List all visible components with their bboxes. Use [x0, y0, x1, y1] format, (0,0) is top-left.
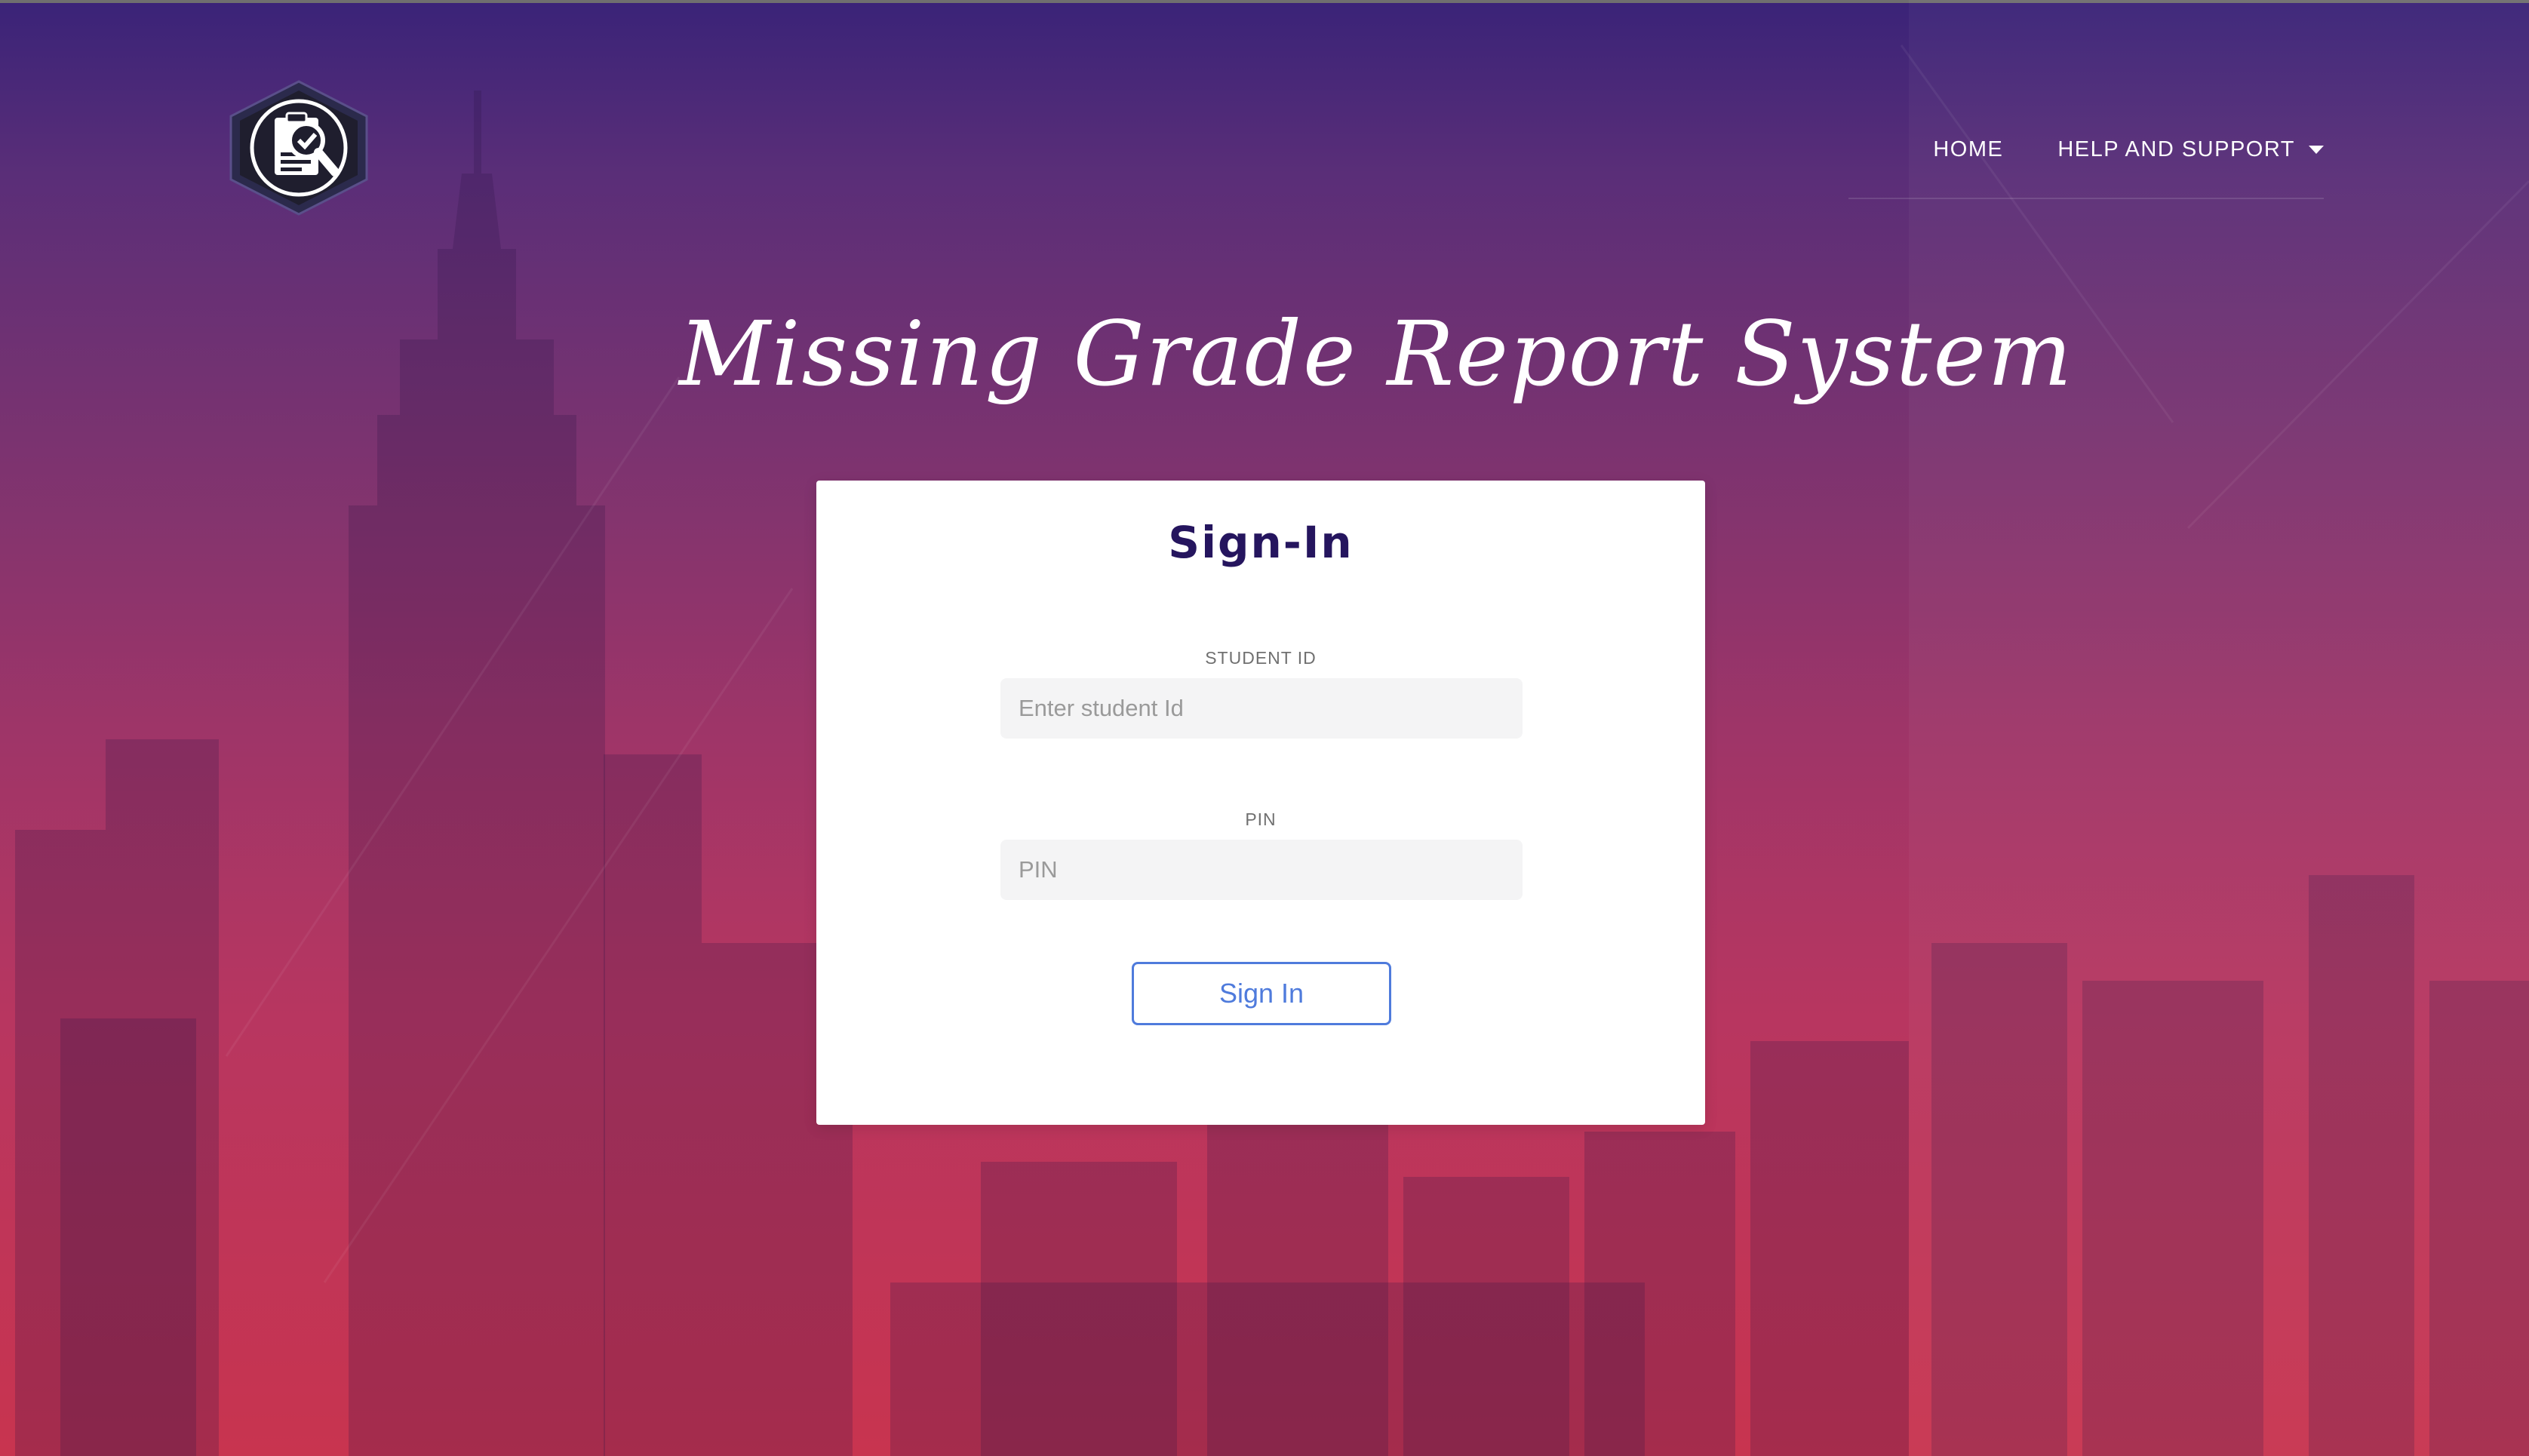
signin-heading: Sign-In: [1168, 517, 1354, 568]
site-logo[interactable]: [225, 80, 373, 216]
nav-home-label: HOME: [1933, 137, 2004, 161]
page-title: Missing Grade Report System: [679, 302, 2074, 406]
student-id-label: STUDENT ID: [1205, 648, 1317, 668]
top-navigation: HOME HELP AND SUPPORT: [1886, 133, 2324, 166]
signin-card: Sign-In STUDENT ID PIN Sign In: [816, 481, 1705, 1125]
pin-label: PIN: [1245, 809, 1277, 829]
nav-help-support-dropdown[interactable]: HELP AND SUPPORT: [2057, 137, 2324, 162]
nav-help-label: HELP AND SUPPORT: [2057, 137, 2295, 161]
clipboard-magnifier-logo-icon: [229, 80, 368, 216]
sign-in-button[interactable]: Sign In: [1132, 962, 1391, 1025]
background-right-panel: [1909, 0, 2529, 1456]
caret-down-icon: [2309, 145, 2324, 154]
nav-home-link[interactable]: HOME: [1933, 137, 2003, 162]
nav-divider: [1848, 198, 2324, 199]
page-background: HOME HELP AND SUPPORT Missing Grade Repo…: [0, 0, 2529, 1456]
pin-input[interactable]: [1000, 840, 1523, 900]
student-id-input[interactable]: [1000, 678, 1523, 739]
